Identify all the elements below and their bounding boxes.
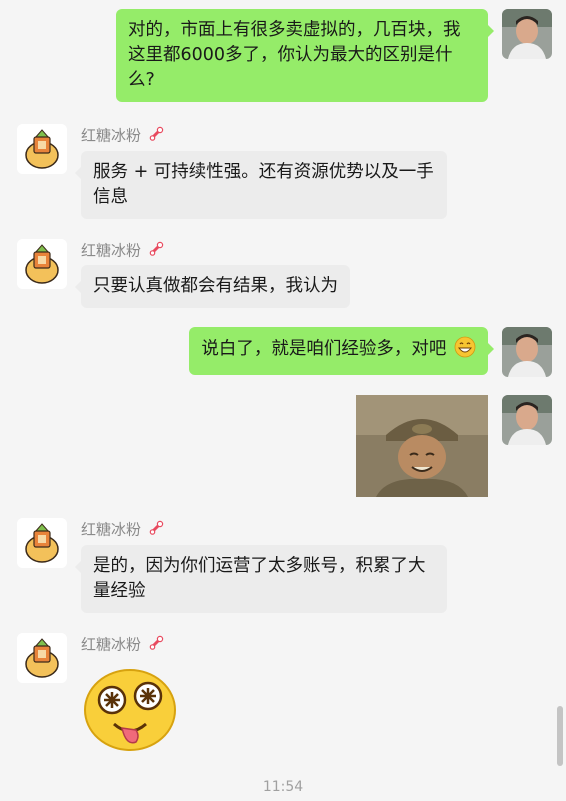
- message-text: 服务 + 可持续性强。还有资源优势以及一手信息: [93, 162, 434, 207]
- contact-avatar[interactable]: [17, 633, 67, 683]
- self-avatar[interactable]: [502, 395, 552, 445]
- bone-icon: [149, 126, 165, 146]
- bone-icon: [149, 520, 165, 540]
- message-text: 只要认真做都会有结果，我认为: [93, 276, 338, 296]
- contact-avatar[interactable]: [17, 239, 67, 289]
- message-bubble[interactable]: 服务 + 可持续性强。还有资源优势以及一手信息: [75, 151, 447, 219]
- sender-name: 红糖冰粉: [81, 520, 165, 540]
- grin-emoji-icon: [454, 336, 476, 366]
- timestamp: 11:54: [262, 779, 304, 795]
- sender-name: 红糖冰粉: [81, 635, 165, 655]
- self-avatar[interactable]: [502, 327, 552, 377]
- message-bubble[interactable]: 是的，因为你们运营了太多账号，积累了大量经验: [75, 545, 447, 613]
- dizzy-face-sticker[interactable]: [82, 666, 178, 752]
- message-bubble[interactable]: 说白了，就是咱们经验多，对吧: [189, 327, 494, 375]
- bone-icon: [149, 635, 165, 655]
- bone-icon: [149, 241, 165, 261]
- message-bubble[interactable]: 只要认真做都会有结果，我认为: [75, 265, 350, 308]
- message-text: 对的，市面上有很多卖虚拟的，几百块，我这里都6000多了，你认为最大的区别是什么…: [128, 20, 461, 90]
- contact-avatar[interactable]: [17, 124, 67, 174]
- scrollbar[interactable]: [557, 706, 563, 766]
- sender-name: 红糖冰粉: [81, 241, 165, 261]
- photo-message[interactable]: [356, 395, 488, 497]
- contact-avatar[interactable]: [17, 518, 67, 568]
- self-avatar[interactable]: [502, 9, 552, 59]
- message-text: 说白了，就是咱们经验多，对吧: [201, 339, 447, 359]
- message-text: 是的，因为你们运营了太多账号，积累了大量经验: [93, 556, 426, 601]
- message-bubble[interactable]: 对的，市面上有很多卖虚拟的，几百块，我这里都6000多了，你认为最大的区别是什么…: [116, 9, 494, 102]
- sender-name: 红糖冰粉: [81, 126, 165, 146]
